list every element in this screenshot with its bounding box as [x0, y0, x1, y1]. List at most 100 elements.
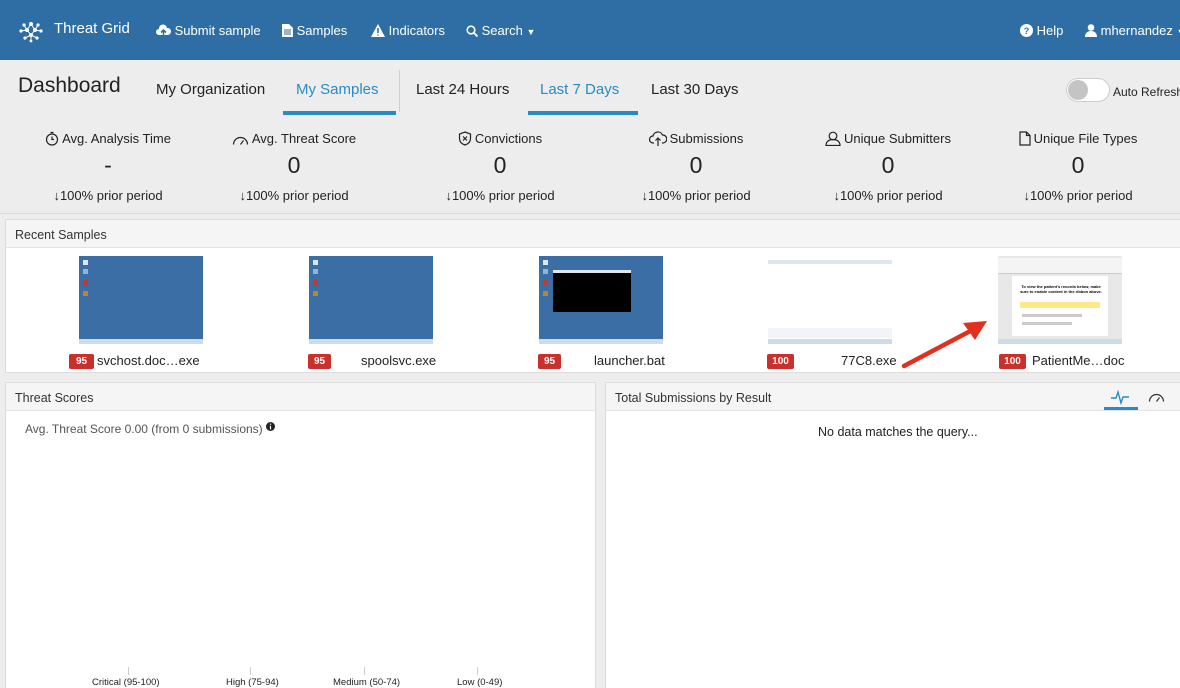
cloud-upload-icon: [156, 24, 172, 37]
page-title: Dashboard: [18, 74, 121, 97]
caret-down-icon: ▼: [526, 27, 536, 37]
stat-label: Avg. Analysis Time: [62, 131, 171, 146]
user-icon: [1085, 24, 1097, 37]
category-label: Low (0-49): [457, 677, 503, 688]
stat-avg-analysis-time: Avg. Analysis Time - ↓100% prior period: [10, 118, 206, 212]
question-circle-icon: ?: [1020, 24, 1033, 37]
cloud-upload-icon: [648, 131, 667, 146]
info-icon[interactable]: [266, 422, 275, 431]
stat-submissions: Submissions 0 ↓100% prior period: [598, 118, 794, 212]
sample-name-link[interactable]: svchost.doc…exe: [97, 353, 200, 368]
stat-value: 0: [881, 152, 895, 178]
search-icon: [466, 25, 479, 38]
range-last-7-days[interactable]: Last 7 Days: [540, 80, 619, 100]
score-badge: 100: [767, 354, 794, 369]
console-window: [553, 270, 631, 312]
sample-thumbnail[interactable]: [309, 256, 433, 344]
stat-value: 0: [689, 152, 703, 178]
gauge-icon: [232, 136, 248, 145]
stat-value: -: [104, 152, 112, 178]
help-link[interactable]: ? Help: [1020, 22, 1063, 40]
indicators-label: Indicators: [388, 23, 445, 38]
range-last-30-days[interactable]: Last 30 Days: [651, 80, 739, 100]
score-badge: 100: [999, 354, 1026, 369]
username: mhernandez: [1100, 23, 1173, 38]
user-menu[interactable]: mhernandez ▼: [1085, 22, 1180, 41]
stat-label: Submissions: [669, 131, 744, 146]
top-navbar: Threat Grid Submit sample Samples Indica…: [0, 0, 1180, 60]
panel-title: Total Submissions by Result: [606, 383, 1180, 411]
stat-change: 100% prior period: [839, 188, 943, 203]
panel-title: Recent Samples: [6, 220, 1180, 248]
stat-label: Unique Submitters: [844, 131, 951, 146]
stat-label: Convictions: [474, 131, 543, 146]
stat-convictions: Convictions 0 ↓100% prior period: [402, 118, 598, 212]
stopwatch-icon: [45, 131, 59, 146]
stat-change: 100% prior period: [647, 188, 751, 203]
sample-name-link[interactable]: spoolsvc.exe: [361, 353, 436, 368]
stat-value: 0: [1071, 152, 1085, 178]
category-label: Medium (50-74): [333, 677, 401, 688]
panel-title: Threat Scores: [6, 383, 595, 411]
sample-name-link[interactable]: 77C8.exe: [841, 353, 897, 368]
tab-divider: [399, 70, 400, 112]
auto-refresh-label: Auto Refresh: [1113, 85, 1180, 99]
score-badge: 95: [69, 354, 94, 369]
tab-my-samples[interactable]: My Samples: [296, 80, 379, 100]
sample-name-link[interactable]: PatientMe…doc: [1032, 353, 1125, 368]
help-label: Help: [1036, 23, 1064, 38]
axis-tick: [250, 667, 251, 675]
doc-preview-text: To view the patient's records below, mak…: [1020, 284, 1102, 294]
sample-thumbnail[interactable]: [539, 256, 663, 344]
stat-change: 100% prior period: [59, 188, 163, 203]
search-menu[interactable]: Search ▼: [466, 22, 535, 41]
threat-score-summary: Avg. Threat Score 0.00 (from 0 submissio…: [25, 422, 275, 436]
stat-unique-submitters: Unique Submitters 0 ↓100% prior period: [790, 118, 986, 212]
score-badge: 95: [308, 354, 331, 369]
stat-label: Avg. Threat Score: [251, 131, 357, 146]
axis-tick: [364, 667, 365, 675]
document-icon: [282, 24, 293, 37]
user-icon: [825, 131, 841, 147]
sample-name-link[interactable]: launcher.bat: [594, 353, 665, 368]
submit-sample-link[interactable]: Submit sample: [156, 22, 261, 40]
line-chart-icon[interactable]: [1110, 389, 1130, 405]
stat-label: Unique File Types: [1033, 131, 1138, 146]
search-label: Search: [481, 23, 523, 38]
toggle-knob: [1068, 80, 1088, 100]
summary-text: Avg. Threat Score 0.00 (from 0 submissio…: [25, 422, 263, 436]
range-last-24-hours[interactable]: Last 24 Hours: [416, 80, 509, 100]
gauge-icon[interactable]: [1148, 391, 1165, 403]
annotation-arrow: [901, 321, 987, 369]
submit-sample-label: Submit sample: [174, 23, 261, 38]
axis-tick: [128, 667, 129, 675]
stat-unique-file-types: Unique File Types 0 ↓100% prior period: [980, 118, 1176, 212]
score-badge: 95: [538, 354, 561, 369]
empty-state-message: No data matches the query...: [818, 425, 978, 439]
active-tab-underline: [283, 111, 396, 115]
samples-label: Samples: [296, 23, 348, 38]
sample-thumbnail[interactable]: [79, 256, 203, 344]
indicators-link[interactable]: Indicators: [371, 22, 445, 40]
caret-down-icon: ▼: [1177, 27, 1180, 37]
svg-text:?: ?: [1024, 26, 1030, 36]
tab-my-organization[interactable]: My Organization: [156, 80, 265, 100]
brand-name[interactable]: Threat Grid: [54, 20, 130, 38]
stat-avg-threat-score: Avg. Threat Score 0 ↓100% prior period: [196, 118, 392, 212]
axis-tick: [477, 667, 478, 675]
warning-icon: [371, 24, 385, 37]
samples-link[interactable]: Samples: [282, 22, 347, 40]
active-range-underline: [528, 111, 638, 115]
file-icon: [1018, 131, 1031, 146]
sample-thumbnail[interactable]: [768, 256, 892, 344]
auto-refresh-toggle[interactable]: [1066, 78, 1110, 102]
stat-value: 0: [493, 152, 507, 178]
sample-thumbnail[interactable]: To view the patient's records below, mak…: [998, 256, 1122, 344]
category-label: Critical (95-100): [92, 677, 160, 688]
stat-value: 0: [287, 152, 301, 178]
active-view-underline: [1104, 407, 1138, 410]
stat-change: 100% prior period: [1029, 188, 1133, 203]
shield-x-icon: [458, 131, 471, 146]
stat-change: 100% prior period: [245, 188, 349, 203]
threatgrid-logo-icon[interactable]: [18, 18, 45, 47]
